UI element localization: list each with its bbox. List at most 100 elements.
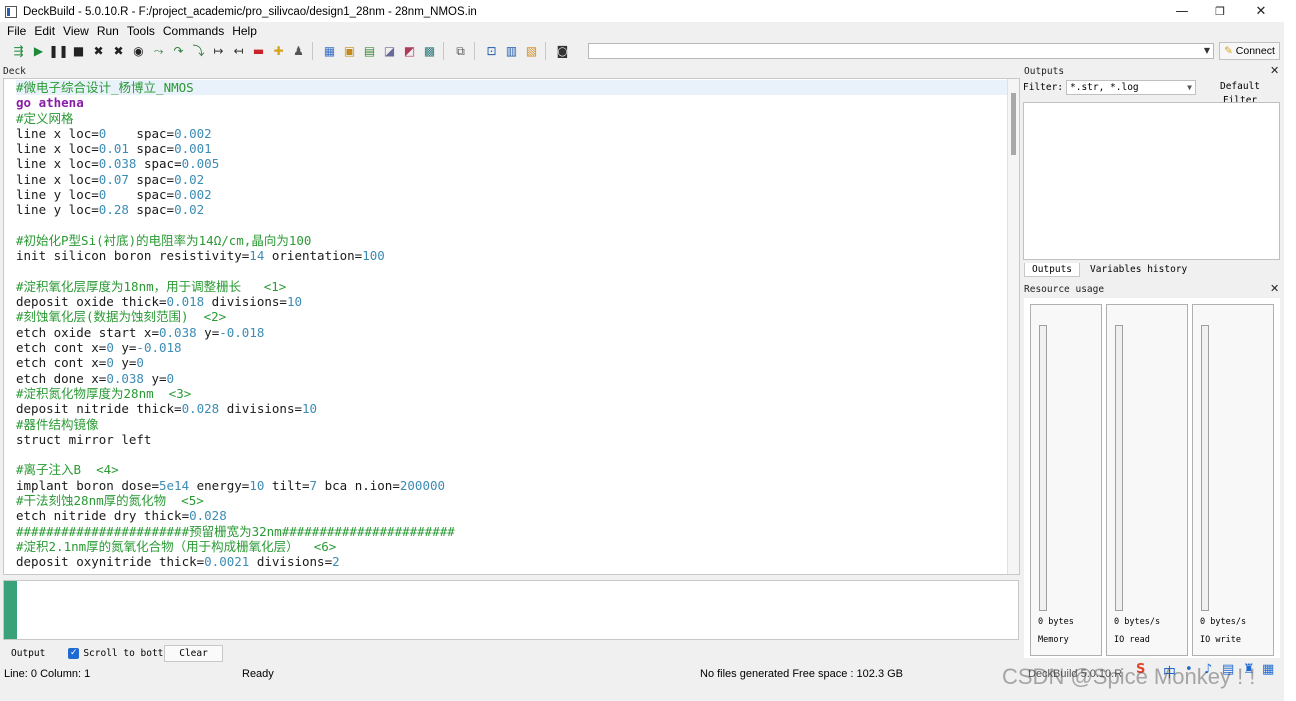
plot-6-icon[interactable]: ▩ — [421, 43, 438, 60]
code-line[interactable]: deposit nitride thick=0.028 divisions=10 — [16, 401, 1012, 416]
colormap-icon[interactable]: ▧ — [523, 43, 540, 60]
meter-value: 0 bytes/s — [1200, 617, 1247, 627]
menu-tools[interactable]: Tools — [127, 24, 155, 38]
pause-icon[interactable]: ❚❚ — [48, 43, 68, 60]
code-text: bca n.ion= — [317, 477, 400, 493]
cursor-position: Line: 0 Column: 1 — [4, 668, 91, 680]
record-icon[interactable]: ◉ — [130, 43, 147, 60]
default-filter-button[interactable]: Default Filter — [1200, 80, 1280, 106]
plot-5-icon[interactable]: ◩ — [401, 43, 418, 60]
code-line[interactable]: implant boron dose=5e14 energy=10 tilt=7… — [16, 478, 1012, 493]
code-line[interactable] — [16, 218, 1012, 233]
code-line[interactable]: line x loc=0.038 spac=0.005 — [16, 156, 1012, 171]
tool-4-icon[interactable]: ↦ — [210, 43, 227, 60]
output-tab[interactable]: Output — [11, 648, 45, 659]
deck-editor[interactable]: #微电子综合设计_杨博立_NMOS go athena #定义网格 line x lo… — [3, 78, 1020, 575]
code-line[interactable]: #淀积氮化物厚度为28nm <3> — [16, 386, 1012, 401]
run-start-icon[interactable]: ⇶ — [10, 43, 27, 60]
code-line[interactable]: #干法刻蚀28nm厚的氮化物 <5> — [16, 493, 1012, 508]
code-line[interactable]: line x loc=0.07 spac=0.02 — [16, 172, 1012, 187]
code-line[interactable]: #器件结构镜像 — [16, 417, 1012, 432]
stop-icon[interactable]: ■ — [70, 43, 87, 60]
code-text: spac= — [106, 187, 175, 203]
tab-outputs[interactable]: Outputs — [1024, 263, 1080, 277]
menu-help[interactable]: Help — [232, 24, 257, 38]
code-line[interactable]: line x loc=0 spac=0.002 — [16, 126, 1012, 141]
code-text: init silicon boron resistivity= — [16, 248, 250, 264]
code-number: 0.02 — [174, 171, 205, 187]
code-number: 10 — [302, 401, 318, 417]
play-icon[interactable]: ▶ — [30, 43, 47, 60]
scroll-checkbox[interactable]: ✓ — [68, 647, 80, 659]
command-combo[interactable]: ▼ — [588, 43, 1214, 59]
kill-icon[interactable]: ✖ — [90, 43, 107, 60]
code-line[interactable]: #初始化P型Si(衬底)的电阻率为14Ω/cm,晶向为100 — [16, 233, 1012, 248]
tool-3-icon[interactable]: ⤵ — [190, 43, 207, 60]
code-line[interactable]: go athena — [16, 95, 1012, 110]
code-line[interactable]: struct mirror left — [16, 432, 1012, 447]
code-line[interactable]: line y loc=0 spac=0.002 — [16, 187, 1012, 202]
code-line[interactable]: #淀积2.1nm厚的氮氧化合物（用于构成栅氧化层） <6> — [16, 539, 1012, 554]
connect-button[interactable]: ✎ Connect — [1219, 42, 1280, 60]
code-number: 14 — [249, 248, 265, 264]
plot-2-icon[interactable]: ▣ — [341, 43, 358, 60]
vertical-scrollbar[interactable] — [1007, 79, 1019, 574]
code-line[interactable]: #淀积氧化层厚度为18nm，用于调整栅长 <1> — [16, 279, 1012, 294]
code-line[interactable]: line x loc=0.01 spac=0.001 — [16, 141, 1012, 156]
code-line[interactable]: etch oxide start x=0.038 y=-0.018 — [16, 325, 1012, 340]
output-console[interactable] — [3, 580, 1019, 640]
tool-1-icon[interactable]: ⤳ — [150, 43, 167, 60]
tool-2-icon[interactable]: ↷ — [170, 43, 187, 60]
var-icon[interactable]: ⊡ — [483, 43, 500, 60]
close-button[interactable]: ✕ — [1243, 0, 1279, 24]
menu-view[interactable]: View — [63, 24, 89, 38]
meter-value: 0 bytes — [1038, 617, 1074, 627]
camera-icon[interactable]: ◙ — [554, 43, 571, 60]
code-line[interactable]: etch nitride dry thick=0.028 — [16, 508, 1012, 523]
close-icon[interactable]: ✕ — [1270, 64, 1279, 77]
clear-button[interactable]: Clear — [164, 645, 223, 662]
code-line[interactable] — [16, 447, 1012, 462]
code-line[interactable]: etch done x=0.038 y=0 — [16, 371, 1012, 386]
plot-4-icon[interactable]: ◪ — [381, 43, 398, 60]
code-text: etch cont x= — [16, 340, 107, 356]
code-line[interactable]: #######################预留栅宽为32nm########… — [16, 524, 1012, 539]
code-line[interactable]: #定义网格 — [16, 111, 1012, 126]
tab-variables-history[interactable]: Variables history — [1090, 263, 1187, 277]
menu-commands[interactable]: Commands — [163, 24, 224, 38]
close-icon[interactable]: ✕ — [1270, 282, 1279, 295]
code-line[interactable]: line y loc=0.28 spac=0.02 — [16, 202, 1012, 217]
menu-file[interactable]: File — [7, 24, 26, 38]
code-line[interactable]: deposit oxynitride thick=0.0021 division… — [16, 554, 1012, 569]
connect-label: Connect — [1235, 45, 1275, 57]
code-line[interactable]: deposit oxide thick=0.018 divisions=10 — [16, 294, 1012, 309]
resource-usage-area: 0 bytes Memory 0 bytes/s IO read 0 bytes… — [1024, 298, 1280, 658]
code-line[interactable] — [16, 264, 1012, 279]
maximize-button[interactable]: ❐ — [1202, 0, 1238, 24]
plot-1-icon[interactable]: ▦ — [321, 43, 338, 60]
grid-menu-icon[interactable]: ▦ — [1262, 662, 1274, 677]
scrollbar-thumb[interactable] — [1011, 93, 1016, 155]
code-area[interactable]: #微电子综合设计_杨博立_NMOS go athena #定义网格 line x lo… — [16, 80, 1012, 570]
outputs-list[interactable] — [1023, 102, 1280, 260]
tool-8-icon[interactable]: ♟ — [290, 43, 307, 60]
tool-6-icon[interactable]: ▬ — [250, 43, 267, 60]
menu-edit[interactable]: Edit — [34, 24, 55, 38]
code-line[interactable]: etch cont x=0 y=-0.018 — [16, 340, 1012, 355]
grid-icon[interactable]: ▥ — [503, 43, 520, 60]
code-line[interactable]: #微电子综合设计_杨博立_NMOS — [16, 80, 1012, 96]
code-text: energy= — [189, 477, 250, 493]
tool-5-icon[interactable]: ↤ — [230, 43, 247, 60]
tool-7-icon[interactable]: ✚ — [270, 43, 287, 60]
code-line[interactable]: etch cont x=0 y=0 — [16, 355, 1012, 370]
menu-run[interactable]: Run — [97, 24, 119, 38]
windows-icon[interactable]: ⧉ — [452, 43, 469, 60]
code-text: implant boron dose= — [16, 477, 159, 493]
code-line[interactable]: #刻蚀氧化层(数据为蚀刻范围) <2> — [16, 309, 1012, 324]
plot-3-icon[interactable]: ▤ — [361, 43, 378, 60]
kill-all-icon[interactable]: ✖ — [110, 43, 127, 60]
filter-combo[interactable]: *.str, *.log ▼ — [1066, 80, 1196, 95]
minimize-button[interactable]: — — [1164, 0, 1200, 24]
code-line[interactable]: init silicon boron resistivity=14 orient… — [16, 248, 1012, 263]
code-line[interactable]: #离子注入B <4> — [16, 462, 1012, 477]
